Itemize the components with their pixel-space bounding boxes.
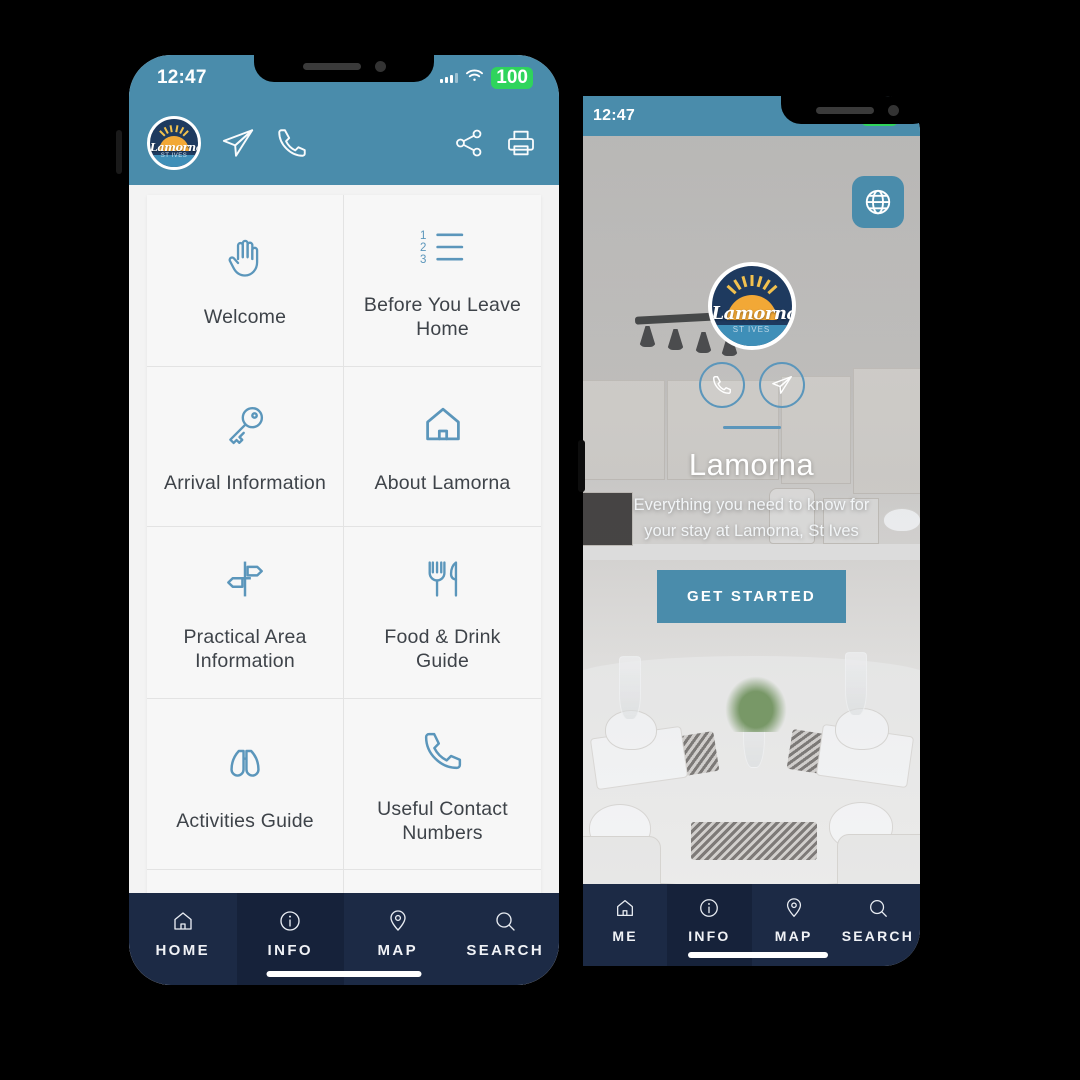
- tab-search-label: SEARCH: [466, 942, 545, 959]
- tab-home[interactable]: ME: [583, 884, 667, 966]
- front-camera: [374, 60, 386, 72]
- tab-search[interactable]: SEARCH: [836, 884, 920, 966]
- right-phone-screen: 12:47 100: [583, 96, 920, 966]
- menu-item-activities-guide[interactable]: Activities Guide: [147, 698, 344, 871]
- battery-badge: 100: [491, 67, 533, 89]
- paper-plane-icon[interactable]: [221, 126, 255, 160]
- tab-home-label: HOME: [155, 942, 211, 959]
- left-phone-notch: [254, 50, 434, 82]
- paper-plane-icon[interactable]: [758, 362, 805, 408]
- tab-info-label: INFO: [688, 927, 731, 944]
- right-hero: Lamorna ST IVES Lamorna Everything you n…: [583, 136, 920, 884]
- scene: 12:47 100: [0, 0, 1080, 1080]
- menu-item-before-you-leave-home[interactable]: 1 2 3 Before You Leave Home: [344, 195, 541, 367]
- menu-item-label: Practical Area Information: [183, 625, 307, 673]
- menu-item-label: Welcome: [203, 306, 287, 329]
- hero-action-buttons: [698, 362, 805, 408]
- tab-map-label: MAP: [774, 927, 813, 944]
- front-camera: [887, 104, 899, 116]
- home-indicator[interactable]: [688, 952, 829, 958]
- wifi-icon: [465, 67, 484, 89]
- menu-item-label: Activities Guide: [176, 809, 314, 832]
- house-icon: [421, 399, 465, 451]
- phone-icon[interactable]: [275, 126, 309, 160]
- left-phone: 12:47 100 Lamorna ST IVES Welcome 1 2 3 …: [124, 50, 564, 990]
- hero-subtitle: Everything you need to know for your sta…: [633, 496, 870, 540]
- left-tab-bar: HOME INFO MAP SEARCH: [129, 893, 559, 985]
- get-started-button[interactable]: GET STARTED: [657, 570, 846, 624]
- hero-logo-word: Lamorna: [711, 303, 796, 325]
- svg-text:2: 2: [420, 242, 426, 254]
- hero-divider: [722, 426, 781, 429]
- hero-brand-logo: Lamorna ST IVES: [707, 262, 796, 350]
- tab-home[interactable]: HOME: [129, 893, 237, 985]
- menu-item-arrival-information[interactable]: Arrival Information: [147, 366, 344, 527]
- hero-logo-sub: ST IVES: [732, 325, 771, 334]
- menu-item-guide-book[interactable]: [147, 870, 344, 893]
- right-phone-notch: [781, 96, 925, 124]
- home-indicator[interactable]: [266, 971, 422, 977]
- globe-icon[interactable]: [852, 176, 904, 228]
- right-phone: 12:47 100: [583, 96, 925, 971]
- menu-item-label: Food & Drink Guide: [384, 625, 501, 673]
- menu-scroll-area[interactable]: Welcome 1 2 3 Before You Leave Home Arri…: [129, 185, 559, 985]
- phone-icon[interactable]: [698, 362, 745, 408]
- brand-logo-sub: ST IVES: [160, 153, 188, 160]
- fork-knife-icon: [422, 553, 464, 605]
- brand-logo-word: Lamorna: [150, 140, 201, 154]
- menu-item-about-lamorna[interactable]: About Lamorna: [344, 367, 541, 527]
- menu-item-label: Arrival Information: [163, 472, 327, 495]
- tab-home-label: ME: [612, 927, 638, 944]
- hero-content: Lamorna ST IVES Lamorna Everything you n…: [583, 262, 920, 624]
- hand-wave-icon: [223, 233, 267, 285]
- menu-item-label: About Lamorna: [374, 472, 511, 495]
- earpiece-speaker: [815, 106, 874, 114]
- status-indicators: 100: [440, 67, 533, 89]
- menu-item-food-drink-guide[interactable]: Food & Drink Guide: [344, 527, 541, 699]
- tab-search-label: SEARCH: [841, 927, 915, 944]
- status-time: 12:47: [593, 107, 635, 124]
- tab-map-label: MAP: [377, 942, 419, 959]
- signal-bars-icon: [440, 73, 459, 83]
- signpost-icon: [223, 553, 267, 605]
- app-bar: Lamorna ST IVES: [129, 101, 559, 185]
- key-icon: [223, 399, 267, 451]
- menu-item-packing[interactable]: [344, 870, 541, 893]
- menu-item-label: Before You Leave Home: [363, 294, 522, 341]
- numbered-list-icon: 1 2 3: [420, 221, 466, 273]
- brand-logo[interactable]: Lamorna ST IVES: [147, 116, 201, 170]
- share-nodes-icon[interactable]: [453, 127, 485, 159]
- tab-search[interactable]: SEARCH: [452, 893, 560, 985]
- menu-item-useful-contact-numbers[interactable]: Useful Contact Numbers: [344, 699, 541, 871]
- menu-item-label: Useful Contact Numbers: [377, 797, 508, 844]
- earpiece-speaker: [302, 62, 361, 70]
- svg-text:3: 3: [420, 254, 426, 266]
- left-phone-screen: 12:47 100 Lamorna ST IVES Welcome 1 2 3 …: [129, 55, 559, 985]
- right-tab-bar: ME INFO MAP SEARCH: [583, 884, 920, 966]
- hero-title: Lamorna: [688, 447, 815, 482]
- menu-grid: Welcome 1 2 3 Before You Leave Home Arri…: [147, 195, 541, 893]
- menu-item-welcome[interactable]: Welcome: [147, 195, 344, 367]
- status-time: 12:47: [157, 67, 207, 88]
- menu-item-practical-area-information[interactable]: Practical Area Information: [147, 526, 344, 699]
- tab-info-label: INFO: [267, 942, 313, 959]
- svg-text:1: 1: [420, 230, 426, 242]
- left-phone-volume-button[interactable]: [116, 130, 122, 174]
- printer-icon[interactable]: [505, 127, 537, 159]
- binoculars-icon: [223, 737, 267, 789]
- phone-call-icon: [421, 725, 465, 777]
